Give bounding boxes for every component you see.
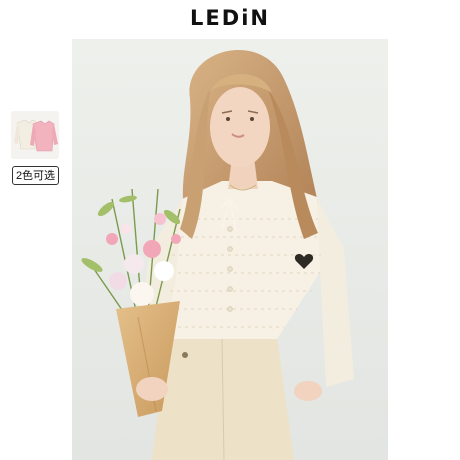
brand-logo: LEDiN (190, 6, 270, 30)
cardigan-variants-icon (11, 111, 59, 159)
color-options-badge[interactable]: 2色可选 (12, 166, 59, 185)
product-photo (72, 39, 388, 460)
color-variants-thumbnail[interactable] (11, 111, 59, 159)
model-illustration (72, 39, 388, 460)
